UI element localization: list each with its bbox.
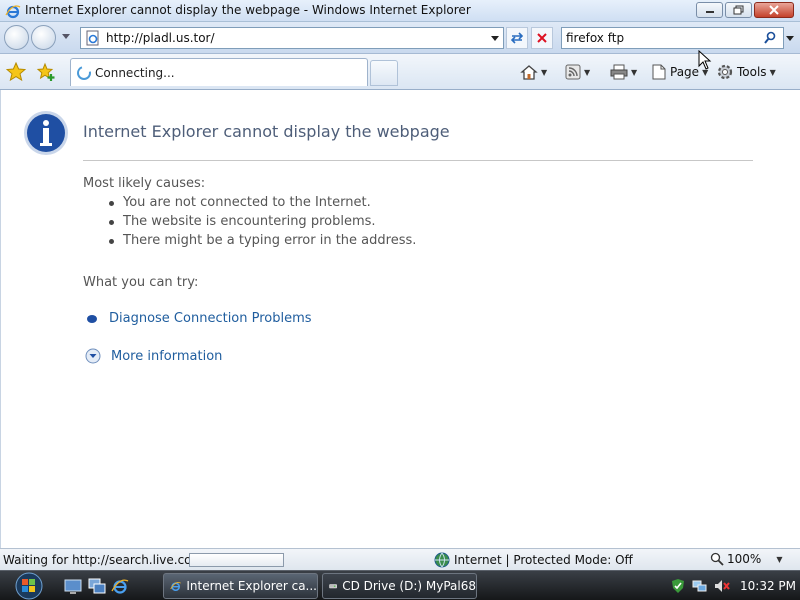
gear-icon	[717, 64, 733, 80]
rss-feed-icon	[565, 64, 581, 80]
security-center-icon[interactable]	[670, 578, 686, 594]
favorites-center-icon[interactable]	[6, 62, 26, 82]
taskbar-item-cd-drive[interactable]: CD Drive (D:) MyPal68	[322, 573, 477, 599]
address-toolbar: http://pladl.us.tor/	[0, 22, 800, 54]
title-bar: Internet Explorer cannot display the web…	[0, 0, 800, 22]
print-dropdown-icon[interactable]: ▼	[631, 68, 637, 77]
window-title: Internet Explorer cannot display the web…	[25, 3, 471, 17]
cd-drive-icon	[329, 584, 337, 589]
tools-menu-label: Tools	[737, 65, 767, 79]
maximize-button[interactable]	[725, 2, 752, 18]
address-bar[interactable]: http://pladl.us.tor/	[80, 27, 504, 49]
network-icon[interactable]	[692, 578, 708, 594]
close-window-button[interactable]	[754, 2, 794, 18]
stop-button[interactable]	[531, 27, 553, 49]
divider	[83, 160, 753, 161]
refresh-icon	[510, 32, 524, 44]
tools-dropdown-icon: ▼	[769, 67, 776, 77]
ie-logo-icon	[170, 581, 181, 592]
feeds-dropdown-icon[interactable]: ▼	[584, 68, 590, 77]
recent-pages-dropdown[interactable]	[62, 34, 70, 40]
page-icon	[86, 30, 99, 46]
stop-icon	[537, 33, 547, 43]
new-tab-button[interactable]	[370, 60, 398, 86]
forward-button[interactable]	[31, 25, 56, 50]
list-item: There might be a typing error in the add…	[108, 233, 416, 252]
error-page: Internet Explorer cannot display the web…	[0, 90, 800, 548]
address-dropdown-icon[interactable]	[491, 36, 499, 42]
zoom-level: 100%	[727, 552, 762, 566]
search-box[interactable]	[561, 27, 784, 49]
expand-chevron-icon	[85, 348, 101, 364]
loading-icon	[77, 66, 91, 80]
diagnose-link-text[interactable]: Diagnose Connection Problems	[109, 311, 312, 326]
home-icon	[520, 65, 538, 80]
home-dropdown-icon[interactable]: ▼	[541, 68, 547, 77]
page-title: Internet Explorer cannot display the web…	[83, 122, 450, 141]
status-bar: Waiting for http://search.live.com/ Inte…	[0, 548, 800, 570]
try-heading: What you can try:	[83, 275, 199, 290]
ie-logo-icon	[5, 5, 21, 19]
task-label: CD Drive (D:) MyPal68	[342, 579, 476, 593]
causes-heading: Most likely causes:	[83, 176, 206, 191]
ie-quicklaunch-icon[interactable]	[111, 577, 129, 595]
back-button[interactable]	[4, 25, 29, 50]
system-tray: 10:32 PM	[664, 573, 800, 599]
zoom-control[interactable]: 100% ▼	[710, 552, 782, 566]
minimize-icon	[705, 11, 714, 13]
zoom-icon	[710, 552, 724, 566]
task-label: Internet Explorer ca...	[186, 579, 317, 593]
info-icon	[24, 111, 68, 155]
taskbar: Internet Explorer ca... CD Drive (D:) My…	[0, 570, 800, 600]
home-button[interactable]: ▼	[520, 62, 547, 82]
security-zone[interactable]: Internet | Protected Mode: Off	[434, 552, 633, 568]
diagnose-link[interactable]: Diagnose Connection Problems	[85, 311, 312, 326]
progress-bar	[189, 553, 284, 567]
causes-list: You are not connected to the Internet. T…	[108, 195, 416, 252]
clock[interactable]: 10:32 PM	[740, 579, 796, 593]
close-icon	[769, 5, 779, 15]
list-item: The website is encountering problems.	[108, 214, 416, 233]
page-menu-icon	[652, 64, 666, 80]
zoom-dropdown-icon[interactable]: ▼	[776, 555, 782, 564]
search-icon[interactable]	[763, 31, 777, 45]
printer-icon	[610, 64, 628, 80]
tab-label: Connecting...	[95, 66, 175, 80]
globe-icon	[434, 552, 450, 568]
refresh-button[interactable]	[506, 27, 528, 49]
switch-windows-icon[interactable]	[88, 577, 106, 595]
print-button[interactable]: ▼	[610, 62, 637, 82]
address-url: http://pladl.us.tor/	[106, 31, 215, 45]
more-information-text[interactable]: More information	[111, 349, 222, 364]
tools-menu-button[interactable]: Tools ▼	[716, 62, 776, 82]
taskbar-item-internet-explorer[interactable]: Internet Explorer ca...	[163, 573, 318, 599]
start-button[interactable]	[8, 572, 50, 600]
list-item: You are not connected to the Internet.	[108, 195, 416, 214]
search-options-dropdown[interactable]	[786, 36, 794, 42]
tab-current[interactable]: Connecting...	[70, 58, 368, 86]
more-information-link[interactable]: More information	[85, 348, 222, 364]
bullet-icon	[87, 314, 97, 323]
minimize-button[interactable]	[696, 2, 723, 18]
restore-icon	[733, 5, 743, 15]
feeds-button[interactable]: ▼	[565, 62, 590, 82]
show-desktop-icon[interactable]	[64, 577, 82, 595]
volume-muted-icon[interactable]	[714, 578, 730, 594]
zone-text: Internet | Protected Mode: Off	[454, 553, 633, 567]
status-text: Waiting for http://search.live.com/	[3, 553, 208, 567]
mouse-cursor-icon	[698, 50, 712, 70]
search-input[interactable]	[566, 30, 756, 46]
command-bar: Connecting... ▼ ▼ ▼ Page ▼ Tools ▼	[0, 54, 800, 90]
add-favorites-icon[interactable]	[36, 62, 56, 82]
page-menu-label: Page	[670, 65, 700, 79]
